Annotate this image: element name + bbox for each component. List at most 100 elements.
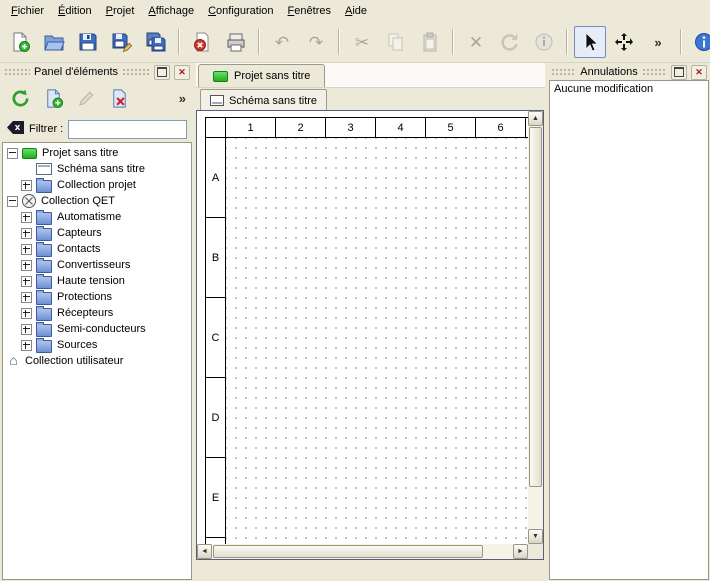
dock-grip[interactable] (4, 68, 30, 76)
undo-panel-title: Annulations (580, 66, 638, 78)
undo-panel-header[interactable]: Annulations ✕ (549, 64, 709, 80)
expand-icon[interactable] (21, 180, 32, 191)
tree-item-sources[interactable]: Sources (3, 337, 191, 353)
close-icon: ✕ (178, 68, 186, 77)
scroll-down-button[interactable]: ▼ (528, 529, 543, 544)
print-button[interactable] (220, 26, 252, 58)
filter-input[interactable] (68, 120, 187, 139)
tree-item-convertisseurs[interactable]: Convertisseurs (3, 257, 191, 273)
schema-tab-icon (210, 95, 224, 106)
undo-button[interactable]: ↶ (266, 26, 298, 58)
delete-element-button[interactable] (105, 84, 134, 113)
tree-item-collection-qet[interactable]: Collection QET (3, 193, 191, 209)
collapse-icon[interactable] (7, 196, 18, 207)
close-file-button[interactable] (186, 26, 218, 58)
tree-item-collection-utilisateur[interactable]: ⌂ Collection utilisateur (3, 353, 191, 369)
dock-close-button[interactable]: ✕ (174, 65, 190, 80)
dock-close-button[interactable]: ✕ (691, 65, 707, 80)
redo-button[interactable]: ↷ (300, 26, 332, 58)
rotate-button[interactable] (494, 26, 526, 58)
undo-history-list[interactable]: Aucune modification (549, 80, 709, 580)
save-button[interactable] (72, 26, 104, 58)
expand-icon[interactable] (21, 212, 32, 223)
save-all-button[interactable] (140, 26, 172, 58)
delete-button[interactable]: ✕ (460, 26, 492, 58)
tree-item-recepteurs[interactable]: Récepteurs (3, 305, 191, 321)
dock-grip[interactable] (122, 68, 150, 76)
clear-filter-icon (7, 121, 24, 134)
open-project-button[interactable] (38, 26, 70, 58)
menu-fenetres[interactable]: Fenêtres (281, 2, 338, 20)
elements-panel-header[interactable]: Panel d'éléments ✕ (2, 64, 192, 80)
scroll-left-button[interactable]: ◄ (197, 544, 212, 559)
tree-item-automatisme[interactable]: Automatisme (3, 209, 191, 225)
reload-collections-button[interactable] (6, 84, 35, 113)
expand-icon[interactable] (21, 340, 32, 351)
expand-icon[interactable] (21, 324, 32, 335)
arrow-left-icon: ◄ (201, 548, 208, 555)
panel-overflow-chevron[interactable]: » (177, 91, 188, 106)
select-tool-button[interactable] (574, 26, 606, 58)
tree-item-schema[interactable]: Schéma sans titre (3, 161, 191, 177)
horizontal-scroll-thumb[interactable] (213, 545, 483, 558)
toolbar-overflow-button[interactable]: » (642, 26, 674, 58)
move-cross-icon (613, 31, 635, 53)
vertical-scrollbar[interactable]: ▲ ▼ (528, 111, 543, 544)
tree-item-semi-conducteurs[interactable]: Semi-conducteurs (3, 321, 191, 337)
menu-fichier[interactable]: Fichier (4, 2, 51, 20)
clear-filter-button[interactable] (7, 121, 24, 137)
column-header: 3 (326, 118, 376, 137)
tree-item-haute-tension[interactable]: Haute tension (3, 273, 191, 289)
tree-item-protections[interactable]: Protections (3, 289, 191, 305)
tab-schema-sans-titre[interactable]: Schéma sans titre (200, 89, 327, 111)
cut-button[interactable]: ✂ (346, 26, 378, 58)
about-button[interactable] (688, 26, 710, 58)
diagram-sheet[interactable]: 1 2 3 4 5 6 A B C D E (205, 117, 528, 544)
menu-aide[interactable]: Aide (338, 2, 374, 20)
pencil-icon (76, 88, 97, 109)
dock-grip[interactable] (551, 68, 576, 76)
scroll-up-button[interactable]: ▲ (528, 111, 543, 126)
dock-float-button[interactable] (154, 65, 170, 80)
menu-affichage[interactable]: Affichage (141, 2, 201, 20)
expand-icon[interactable] (21, 308, 32, 319)
project-icon (22, 148, 37, 159)
grid-dots-area[interactable] (226, 138, 528, 544)
diagram-canvas[interactable]: 1 2 3 4 5 6 A B C D E (197, 111, 528, 544)
expand-icon[interactable] (21, 244, 32, 255)
menu-projet[interactable]: Projet (99, 2, 142, 20)
elements-tree[interactable]: Projet sans titre Schéma sans titre Coll… (2, 142, 192, 580)
cursor-arrow-icon (579, 31, 601, 53)
copy-button[interactable] (380, 26, 412, 58)
tab-projet-sans-titre[interactable]: Projet sans titre (198, 64, 325, 87)
expand-icon[interactable] (21, 260, 32, 271)
dock-grip[interactable] (642, 68, 667, 76)
save-as-button[interactable] (106, 26, 138, 58)
paste-button[interactable] (414, 26, 446, 58)
edit-element-button[interactable] (72, 84, 101, 113)
new-project-button[interactable] (4, 26, 36, 58)
horizontal-scrollbar[interactable]: ◄ ► (197, 544, 528, 559)
collapse-icon[interactable] (7, 148, 18, 159)
expand-icon[interactable] (21, 276, 32, 287)
tree-item-collection-projet[interactable]: Collection projet (3, 177, 191, 193)
element-info-button[interactable] (528, 26, 560, 58)
tree-item-label: Schéma sans titre (57, 163, 145, 175)
row-header: B (206, 218, 225, 298)
vertical-scroll-thumb[interactable] (529, 127, 542, 487)
menu-configuration[interactable]: Configuration (201, 2, 280, 20)
menu-edition[interactable]: Édition (51, 2, 99, 20)
tree-item-capteurs[interactable]: Capteurs (3, 225, 191, 241)
dock-float-button[interactable] (671, 65, 687, 80)
refresh-icon (10, 88, 31, 109)
expand-icon[interactable] (21, 292, 32, 303)
tree-item-contacts[interactable]: Contacts (3, 241, 191, 257)
project-tab-label: Projet sans titre (234, 70, 310, 82)
toolbar-separator (258, 29, 260, 55)
scroll-right-button[interactable]: ► (513, 544, 528, 559)
new-element-button[interactable] (39, 84, 68, 113)
undo-icon: ↶ (275, 34, 289, 51)
expand-icon[interactable] (21, 228, 32, 239)
tree-item-project[interactable]: Projet sans titre (3, 145, 191, 161)
move-tool-button[interactable] (608, 26, 640, 58)
